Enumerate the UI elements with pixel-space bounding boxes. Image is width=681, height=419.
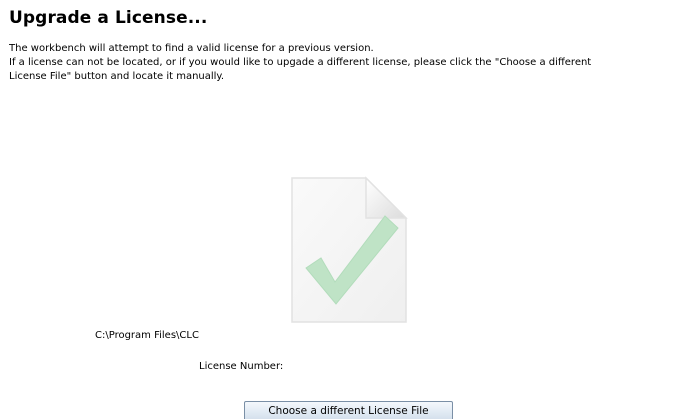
license-number-value (298, 359, 498, 375)
page-title: Upgrade a License... (9, 8, 208, 28)
instructions-line: If a license can not be located, or if y… (9, 57, 592, 68)
upgrade-license-page: Upgrade a License... The workbench will … (0, 0, 681, 419)
license-file-path: C:\Program Files\CLC (95, 330, 199, 341)
document-checkmark-icon (290, 176, 408, 324)
instructions-line: License File" button and locate it manua… (9, 71, 225, 82)
instructions-text: The workbench will attempt to find a val… (9, 42, 681, 84)
instructions-line: The workbench will attempt to find a val… (9, 43, 374, 54)
license-number-label: License Number: (199, 361, 284, 372)
choose-license-file-button[interactable]: Choose a different License File (244, 401, 453, 419)
